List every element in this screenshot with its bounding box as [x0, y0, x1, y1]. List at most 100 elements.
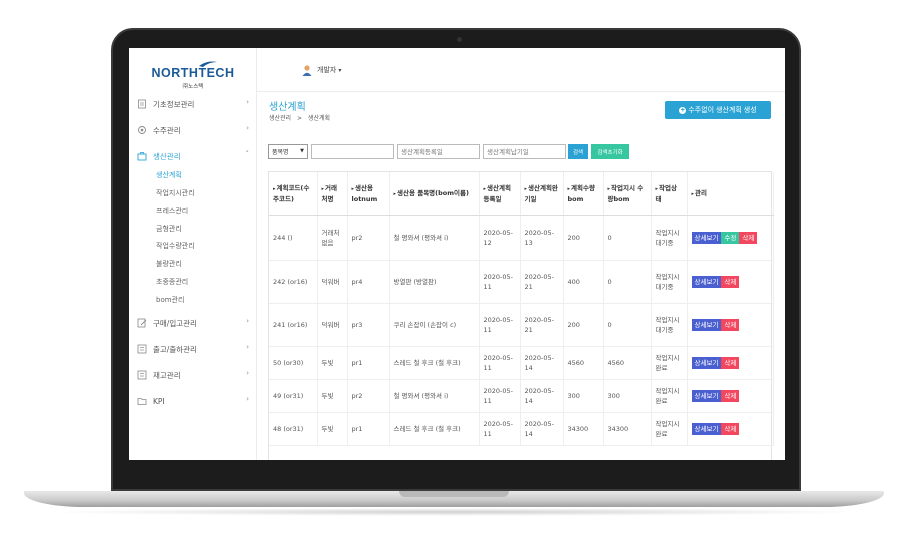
table-cell-code: 50 (or30) — [269, 346, 318, 380]
user-name: 개발자 — [317, 66, 337, 74]
chevron-down-icon: ▾ — [338, 66, 342, 74]
delete-button[interactable]: 삭제 — [721, 422, 740, 435]
chevron-right-icon: › — [246, 124, 249, 132]
column-header[interactable]: ▸계획코드(수주코드) — [269, 172, 318, 216]
logo-name: NORTHTECH — [151, 66, 235, 80]
table-row: 50 (or30) 두빛 pr1 스레드 철 후크 (철 후크) 2020-05-11 2… — [269, 346, 774, 380]
table-cell-lot: pr1 — [347, 346, 390, 380]
page-title: 생산계획 — [269, 102, 306, 113]
table-cell-due: 2020-05-14 — [520, 346, 564, 380]
column-header[interactable]: ▸생산용 품목명(bom이름) — [389, 172, 480, 216]
table-cell-lot: pr2 — [347, 215, 390, 261]
table-cell-due: 2020-05-21 — [520, 303, 564, 347]
table-cell-item: 스레드 철 후크 (철 후크) — [389, 412, 480, 446]
chevron-right-icon: › — [246, 317, 249, 325]
table-cell-code: 242 (or16) — [269, 260, 318, 304]
detail-button[interactable]: 상세보기 — [691, 231, 722, 244]
breadcrumb: 생산관리 > 생산계획 — [269, 113, 330, 122]
table-header-row: ▸계획코드(수주코드) ▸거래처명 ▸생산용 lotnum ▸생산용 품목명(b… — [269, 172, 774, 216]
user-avatar-icon — [302, 65, 312, 76]
submenu-bom[interactable]: bom관리 — [156, 295, 184, 305]
delete-button[interactable]: 삭제 — [721, 356, 740, 369]
table-cell-due: 2020-05-14 — [520, 379, 564, 413]
sidebar-item-label: 출고/출하관리 — [153, 344, 197, 354]
list-icon — [137, 344, 147, 354]
create-plan-button[interactable]: + 수주없이 생산계획 생성 — [665, 101, 771, 119]
table-cell-reg: 2020-05-11 — [479, 346, 521, 380]
submenu-inspection[interactable]: 초중종관리 — [156, 277, 188, 287]
column-header[interactable]: ▸거래처명 — [317, 172, 348, 216]
column-header[interactable]: ▸생산계획완기일 — [520, 172, 564, 216]
column-header[interactable]: ▸관리 — [687, 172, 774, 216]
table-cell-reg: 2020-05-12 — [479, 215, 521, 261]
edit-icon — [137, 318, 147, 328]
submenu-work-order[interactable]: 작업지시관리 — [156, 188, 195, 198]
sidebar-item-kpi[interactable]: KPI › — [137, 394, 251, 408]
sidebar-item-label: 기초정보관리 — [153, 99, 195, 109]
sidebar-item-basic-info[interactable]: 기초정보관리 › — [137, 97, 251, 111]
sidebar-item-production[interactable]: 생산관리 ˅ — [137, 149, 251, 163]
table-body: 244 () 거래처없음 pr2 철 평와셔 (평와셔 i) 2020-05-12 202… — [269, 215, 774, 446]
gear-icon — [138, 126, 146, 134]
submenu-defect[interactable]: 불량관리 — [156, 259, 182, 269]
detail-button[interactable]: 상세보기 — [691, 275, 722, 288]
reg-date-input[interactable] — [397, 144, 480, 159]
column-header[interactable]: ▸작업지시 수량bom — [603, 172, 652, 216]
delete-button[interactable]: 삭제 — [739, 231, 758, 244]
sidebar-item-orders[interactable]: 수주관리 › — [137, 123, 251, 137]
filter-type-select[interactable]: 품목명 ▼ — [268, 144, 308, 159]
table-cell-actions: 상세보기 수정 삭제 — [687, 215, 774, 261]
table-cell-order-qty: 0 — [603, 260, 652, 304]
laptop-base-notch — [399, 491, 509, 497]
submenu-press[interactable]: 프레스관리 — [156, 206, 188, 216]
submenu-production-plan[interactable]: 생산계획 — [156, 170, 182, 180]
column-header[interactable]: ▸작업상태 — [651, 172, 688, 216]
due-date-input[interactable] — [483, 144, 566, 159]
delete-button[interactable]: 삭제 — [721, 318, 740, 331]
sidebar-item-label: 재고관리 — [153, 370, 181, 380]
search-input[interactable] — [311, 144, 394, 159]
submenu-work-qty[interactable]: 작업수량관리 — [156, 241, 195, 251]
table-row: 49 (or31) 두빛 pr2 철 평와셔 (평와셔 i) 2020-05-11 202… — [269, 379, 774, 413]
search-button[interactable]: 검색 — [568, 144, 588, 159]
table-cell-status: 작업지시대기중 — [651, 303, 688, 347]
table-cell-item: 철 평와셔 (평와셔 i) — [389, 215, 480, 261]
detail-button[interactable]: 상세보기 — [691, 318, 722, 331]
detail-button[interactable]: 상세보기 — [691, 356, 722, 369]
breadcrumb-current: 생산계획 — [307, 115, 331, 122]
logo[interactable]: NORTHTECH ㈜노스텍 — [141, 60, 245, 90]
logo-subtitle: ㈜노스텍 — [182, 84, 204, 90]
column-header[interactable]: ▸생산계획등록일 — [479, 172, 521, 216]
table-cell-client: 거래처없음 — [317, 215, 348, 261]
plan-table-container: ▸계획코드(수주코드) ▸거래처명 ▸생산용 lotnum ▸생산용 품목명(b… — [268, 171, 774, 460]
submenu-mold[interactable]: 금형관리 — [156, 224, 182, 234]
table-cell-actions: 상세보기 삭제 — [687, 346, 774, 380]
reset-search-button[interactable]: 검색초기화 — [591, 144, 629, 159]
table-cell-status: 작업지시대기중 — [651, 260, 688, 304]
table-row: 244 () 거래처없음 pr2 철 평와셔 (평와셔 i) 2020-05-12 202… — [269, 215, 774, 261]
delete-button[interactable]: 삭제 — [721, 389, 740, 402]
breadcrumb-separator: > — [297, 115, 303, 122]
table-row: 241 (or16) 덕워버 pr3 쿠리 손잡이 (손잡이 c) 2020-05-11… — [269, 303, 774, 347]
table-cell-reg: 2020-05-11 — [479, 303, 521, 347]
sidebar-item-purchase[interactable]: 구매/입고관리 › — [137, 316, 251, 330]
table-cell-order-qty: 4560 — [603, 346, 652, 380]
table-cell-client: 덕워버 — [317, 303, 348, 347]
table-cell-reg: 2020-05-11 — [479, 260, 521, 304]
delete-button[interactable]: 삭제 — [721, 275, 740, 288]
sidebar-item-inventory[interactable]: 재고관리 › — [137, 368, 251, 382]
table-cell-code: 244 () — [269, 215, 318, 261]
detail-button[interactable]: 상세보기 — [691, 389, 722, 402]
detail-button[interactable]: 상세보기 — [691, 422, 722, 435]
chevron-right-icon: › — [246, 343, 249, 351]
edit-button[interactable]: 수정 — [721, 231, 740, 244]
user-menu[interactable]: 개발자 ▾ — [301, 64, 341, 76]
table-cell-item: 쿠리 손잡이 (손잡이 c) — [389, 303, 480, 347]
table-cell-lot: pr1 — [347, 412, 390, 446]
breadcrumb-production[interactable]: 생산관리 — [269, 115, 291, 122]
column-header[interactable]: ▸생산용 lotnum — [347, 172, 390, 216]
column-header[interactable]: ▸계획수량bom — [563, 172, 604, 216]
table-cell-actions: 상세보기 삭제 — [687, 379, 774, 413]
table-cell-client: 두빛 — [317, 412, 348, 446]
sidebar-item-shipping[interactable]: 출고/출하관리 › — [137, 342, 251, 356]
